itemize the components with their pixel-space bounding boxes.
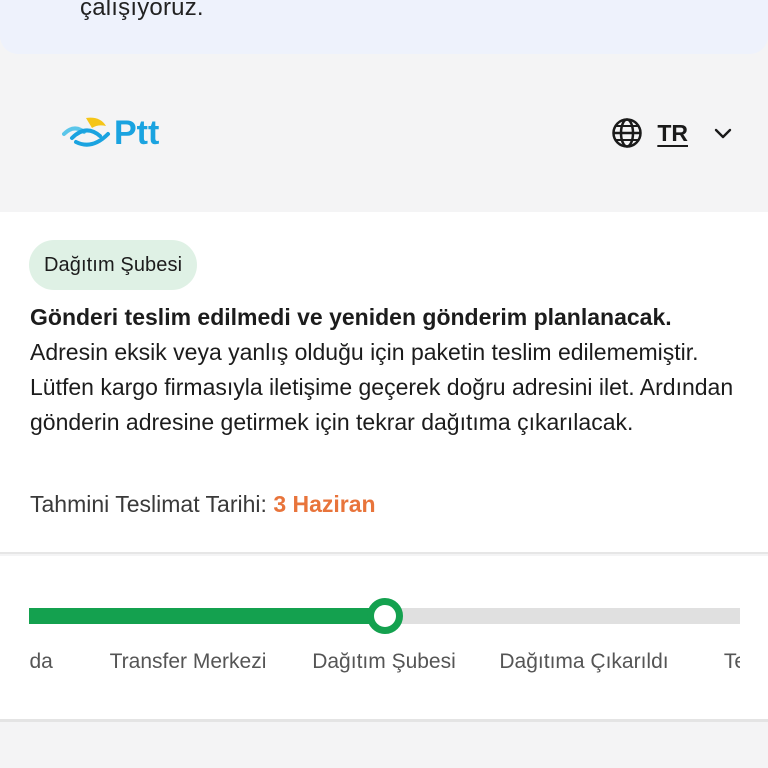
- tracker-step[interactable]: Transfer Merkezi: [110, 650, 267, 674]
- globe-icon: [612, 118, 643, 148]
- progress-fill: [29, 608, 385, 624]
- chevron-down-icon[interactable]: [712, 122, 734, 144]
- tracker-step[interactable]: Te: [724, 650, 740, 674]
- eta-label: Tahmini Teslimat Tarihi:: [30, 491, 267, 517]
- tracker-steps[interactable]: olda Transfer Merkezi Dağıtım Şubesi Dağıtı…: [29, 650, 740, 680]
- language-code[interactable]: TR: [657, 120, 688, 147]
- banner-text: çalışıyoruz.: [80, 0, 204, 21]
- tracker-step[interactable]: Dağıtım Şubesi: [312, 650, 456, 674]
- top-banner: çalışıyoruz.: [0, 0, 768, 54]
- header: Ptt TR: [0, 54, 768, 212]
- status-badge: Dağıtım Şubesi: [29, 240, 198, 290]
- eta-date: 3 Haziran: [273, 491, 376, 517]
- tracker-step[interactable]: Dağıtıma Çıkarıldı: [499, 650, 668, 674]
- estimated-delivery: Tahmini Teslimat Tarihi: 3 Haziran: [30, 491, 376, 518]
- status-title: Gönderi teslim edilmedi ve yeniden gönde…: [30, 304, 672, 330]
- status-card: Dağıtım Şubesi Gönderi teslim edilmedi v…: [0, 212, 768, 554]
- tracker-step[interactable]: olda: [29, 650, 53, 674]
- logo-text: Ptt: [114, 114, 159, 152]
- shipment-tracker[interactable]: olda Transfer Merkezi Dağıtım Şubesi Dağıtı…: [0, 556, 768, 722]
- language-selector[interactable]: TR: [611, 116, 734, 150]
- progress-knob: [366, 598, 403, 634]
- ptt-logo[interactable]: Ptt: [62, 112, 172, 152]
- status-description: Gönderi teslim edilmedi ve yeniden gönde…: [30, 300, 750, 440]
- status-body: Adresin eksik veya yanlış olduğu için pa…: [30, 339, 734, 435]
